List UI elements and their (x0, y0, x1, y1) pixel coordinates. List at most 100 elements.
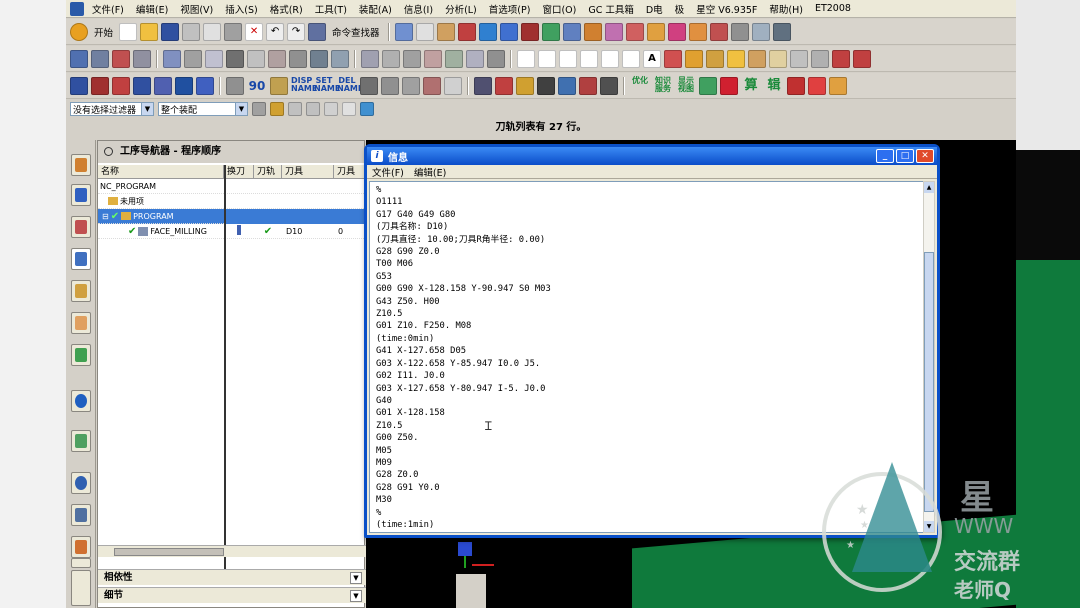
section-view-icon[interactable] (541, 22, 560, 41)
resource-constraint-nav[interactable] (71, 184, 91, 206)
resource-roles[interactable] (71, 536, 91, 558)
method-view-icon[interactable] (154, 76, 172, 95)
text-tool-icon[interactable]: A (643, 49, 661, 68)
move-icon[interactable] (832, 49, 850, 68)
hole-icon[interactable] (226, 49, 244, 68)
menu-information[interactable]: 信息(I) (398, 2, 439, 16)
snap-point-icon[interactable] (270, 102, 284, 116)
chevron-down-icon[interactable]: ▼ (350, 590, 362, 602)
printer-icon[interactable] (600, 76, 618, 95)
menu-edit[interactable]: 编辑(E) (130, 2, 174, 16)
menu-format[interactable]: 格式(R) (264, 2, 309, 16)
menu-tools[interactable]: 工具(T) (309, 2, 353, 16)
menu-analysis[interactable]: 分析(L) (439, 2, 483, 16)
scroll-up-icon[interactable]: ▲ (924, 182, 934, 193)
disp-name-button[interactable]: DISP NAME (291, 76, 317, 95)
red-tool-icon[interactable] (495, 76, 513, 95)
menu-assembly[interactable]: 装配(A) (353, 2, 398, 16)
resource-machine-nav[interactable] (71, 280, 91, 302)
solid-block-icon[interactable] (474, 76, 492, 95)
column-toolpath[interactable]: 刀轨 (254, 165, 282, 178)
polygon-icon[interactable] (601, 49, 619, 68)
tool-view-icon[interactable] (112, 76, 130, 95)
collapse-icon[interactable]: ⊟ (102, 212, 109, 221)
measure-icon[interactable] (466, 49, 484, 68)
calc-button[interactable]: 算 (741, 77, 761, 95)
extrude-icon[interactable] (184, 49, 202, 68)
resource-part-nav[interactable] (71, 216, 91, 238)
info-menu-file[interactable]: 文件(F) (367, 165, 409, 179)
set-name-button[interactable]: SET NAME (314, 76, 340, 95)
display-view-button[interactable]: 显示视图 (676, 76, 696, 95)
mirror-icon[interactable] (424, 49, 442, 68)
knowledge-service-button[interactable]: 知识服务 (653, 76, 673, 95)
menu-xingkong[interactable]: 星空 V6.935F (690, 2, 763, 16)
close-button[interactable]: ✕ (916, 149, 934, 163)
info-menu-edit[interactable]: 编辑(E) (409, 165, 451, 179)
pen-icon[interactable] (91, 49, 109, 68)
chamfer-icon[interactable] (268, 49, 286, 68)
verify-icon[interactable] (226, 76, 244, 95)
sew-icon[interactable] (748, 49, 766, 68)
tool-icon[interactable] (133, 49, 151, 68)
cube-select-icon[interactable] (360, 102, 374, 116)
redo-icon[interactable]: ↷ (287, 22, 306, 41)
shape-icon[interactable] (664, 49, 682, 68)
selection-tool-icon[interactable] (436, 22, 455, 41)
book-icon[interactable] (270, 76, 288, 95)
resource-palettes[interactable] (71, 430, 91, 452)
face-icon[interactable] (709, 22, 728, 41)
rotate-90-icon[interactable]: 90 (247, 77, 267, 95)
box-icon[interactable] (646, 22, 665, 41)
resource-web-browser[interactable] (71, 390, 91, 412)
rectangle-icon[interactable] (580, 49, 598, 68)
menu-insert[interactable]: 插入(S) (219, 2, 263, 16)
boss-icon[interactable] (247, 49, 265, 68)
edit-button[interactable]: 辑 (764, 77, 784, 95)
optimize-button[interactable]: 优化 (630, 76, 650, 95)
method-icon[interactable] (604, 22, 623, 41)
resource-system-materials[interactable] (71, 504, 91, 526)
gold-block-icon[interactable] (516, 76, 534, 95)
zoom-icon[interactable] (811, 49, 829, 68)
csys-icon[interactable] (403, 49, 421, 68)
menu-view[interactable]: 视图(V) (174, 2, 219, 16)
snap-end-icon[interactable] (288, 102, 302, 116)
program-icon[interactable] (91, 76, 109, 95)
table-row[interactable]: NC_PROGRAM (98, 179, 366, 194)
patch-icon[interactable] (769, 49, 787, 68)
selection-scope-dropdown[interactable]: 整个装配 ▼ (158, 102, 248, 116)
mold-tool-icon[interactable] (625, 22, 644, 41)
command-finder-icon[interactable] (308, 22, 327, 41)
table-row[interactable]: 未用项 (98, 194, 366, 209)
resource-scroll-up[interactable] (71, 558, 91, 568)
extend-icon[interactable] (853, 49, 871, 68)
spline-icon[interactable] (622, 49, 640, 68)
resource-scroll-down[interactable] (71, 570, 91, 606)
folder-icon[interactable] (727, 49, 745, 68)
plane-icon[interactable] (382, 49, 400, 68)
sketch-icon[interactable] (70, 49, 88, 68)
dark-block-icon[interactable] (537, 76, 555, 95)
snap-center-icon[interactable] (324, 102, 338, 116)
route-icon[interactable] (772, 22, 791, 41)
filter-settings-icon[interactable] (252, 102, 266, 116)
snap-mid-icon[interactable] (306, 102, 320, 116)
palette-icon[interactable] (829, 76, 847, 95)
resource-reuse-library[interactable] (71, 312, 91, 334)
point-icon[interactable] (361, 49, 379, 68)
maximize-button[interactable]: □ (896, 149, 914, 163)
menu-et2008[interactable]: ET2008 (809, 3, 857, 14)
drafting-icon[interactable] (112, 49, 130, 68)
table-row[interactable]: ✔ FACE_MILLING ✔ D10 0 (98, 224, 366, 239)
red-cube-icon[interactable] (720, 76, 738, 95)
delete-icon[interactable]: ✕ (245, 22, 264, 41)
copy-icon[interactable] (203, 22, 222, 41)
pattern-icon[interactable] (445, 49, 463, 68)
edit-object-icon[interactable] (394, 22, 413, 41)
feature-icon[interactable] (163, 49, 181, 68)
start-button[interactable]: 开始 (91, 25, 116, 39)
resource-assembly-nav[interactable] (71, 154, 91, 176)
shaded-cube-icon[interactable] (499, 22, 518, 41)
render-style-icon[interactable] (520, 22, 539, 41)
